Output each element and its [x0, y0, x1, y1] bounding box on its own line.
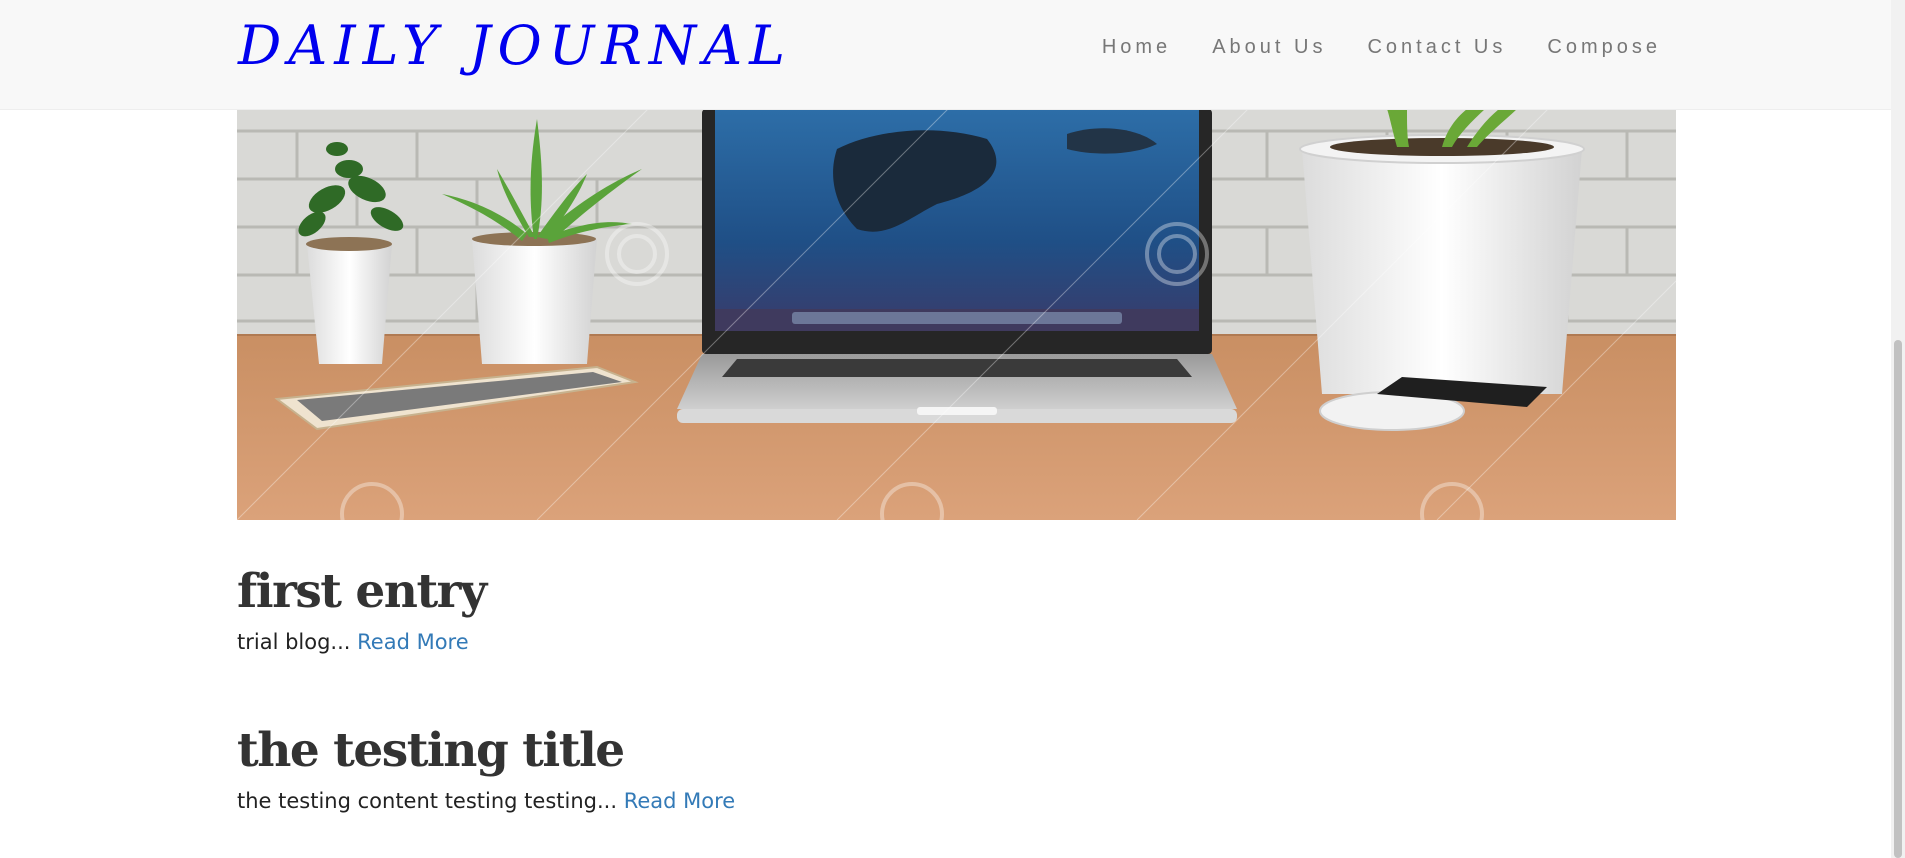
brand-logo[interactable]: DAILY JOURNAL: [238, 14, 792, 78]
navbar: DAILY JOURNAL Home About Us Contact Us C…: [0, 0, 1905, 109]
post-excerpt-line: the testing content testing testing... R…: [237, 787, 735, 815]
nav-contact-us[interactable]: Contact Us: [1367, 36, 1506, 58]
nav-compose[interactable]: Compose: [1547, 36, 1661, 58]
post-excerpt: the testing content testing testing...: [237, 789, 617, 813]
hero-image: [237, 109, 1676, 520]
post-excerpt-line: trial blog... Read More: [237, 628, 486, 656]
nav-about-us[interactable]: About Us: [1212, 36, 1326, 58]
nav-menu: Home About Us Contact Us Compose: [1102, 36, 1661, 58]
post-excerpt: trial blog...: [237, 630, 351, 654]
scrollbar-thumb[interactable]: [1894, 340, 1902, 858]
workspace-photo-icon: [237, 109, 1676, 520]
post-testing-title: the testing title the testing content te…: [237, 723, 735, 815]
read-more-link[interactable]: Read More: [624, 789, 736, 813]
vertical-scrollbar[interactable]: [1891, 0, 1905, 858]
post-title: first entry: [237, 564, 487, 619]
post-first-entry: first entry trial blog... Read More: [237, 564, 487, 656]
nav-home[interactable]: Home: [1102, 36, 1171, 58]
read-more-link[interactable]: Read More: [357, 630, 469, 654]
post-title: the testing title: [237, 723, 625, 778]
